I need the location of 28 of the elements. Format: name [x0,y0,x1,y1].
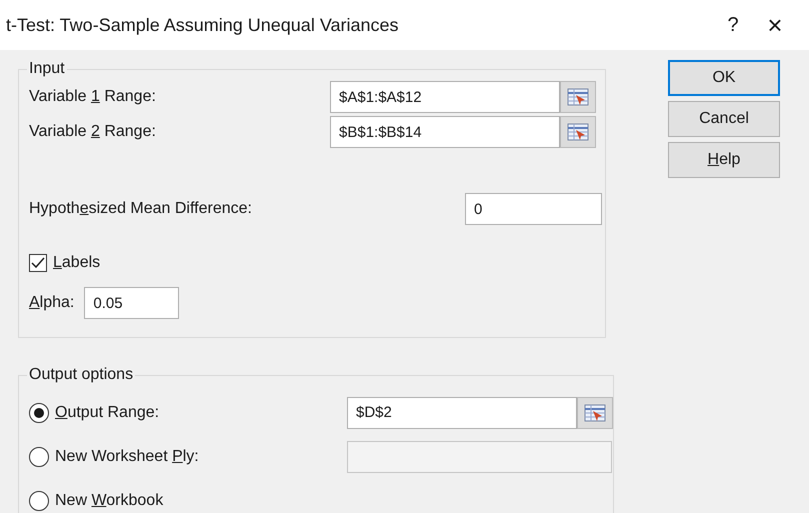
field-label: Variable 2 Range: [29,123,157,141]
field-label: Variable 1 Range: [29,88,157,106]
radio-label: New Workbook [55,492,164,510]
window-title: t-Test: Two-Sample Assuming Unequal Variances [6,14,400,36]
checkbox-label: Labels [53,254,100,272]
radio-button[interactable] [29,402,49,422]
group-title: Output options [28,366,134,384]
radio-label: New Worksheet Ply: [55,448,199,466]
range-field[interactable]: $D$2 [347,396,577,428]
radio-label: Output Range: [55,404,160,422]
range-select-button[interactable] [577,396,613,428]
dialog-button[interactable]: Help [668,142,780,178]
alpha-field[interactable]: 0.05 [84,287,180,319]
number-field[interactable]: 0 [465,193,602,225]
field-label: Hypothesized Mean Difference: [29,200,253,218]
close-button[interactable]: × [753,10,797,40]
group-title: Input [28,60,66,78]
dialog-button[interactable]: Cancel [668,101,780,137]
dialog-button[interactable]: OK [668,60,780,96]
range-field[interactable]: $A$1:$A$12 [330,81,560,113]
radio-button[interactable] [29,446,49,466]
range-select-button[interactable] [560,116,596,148]
range-field[interactable]: $B$1:$B$14 [330,116,560,148]
field-label: Alpha: [29,294,74,312]
radio-button[interactable] [29,490,49,510]
labels-checkbox[interactable] [29,254,47,272]
range-select-button[interactable] [560,81,596,113]
help-button[interactable]: ? [713,14,753,36]
